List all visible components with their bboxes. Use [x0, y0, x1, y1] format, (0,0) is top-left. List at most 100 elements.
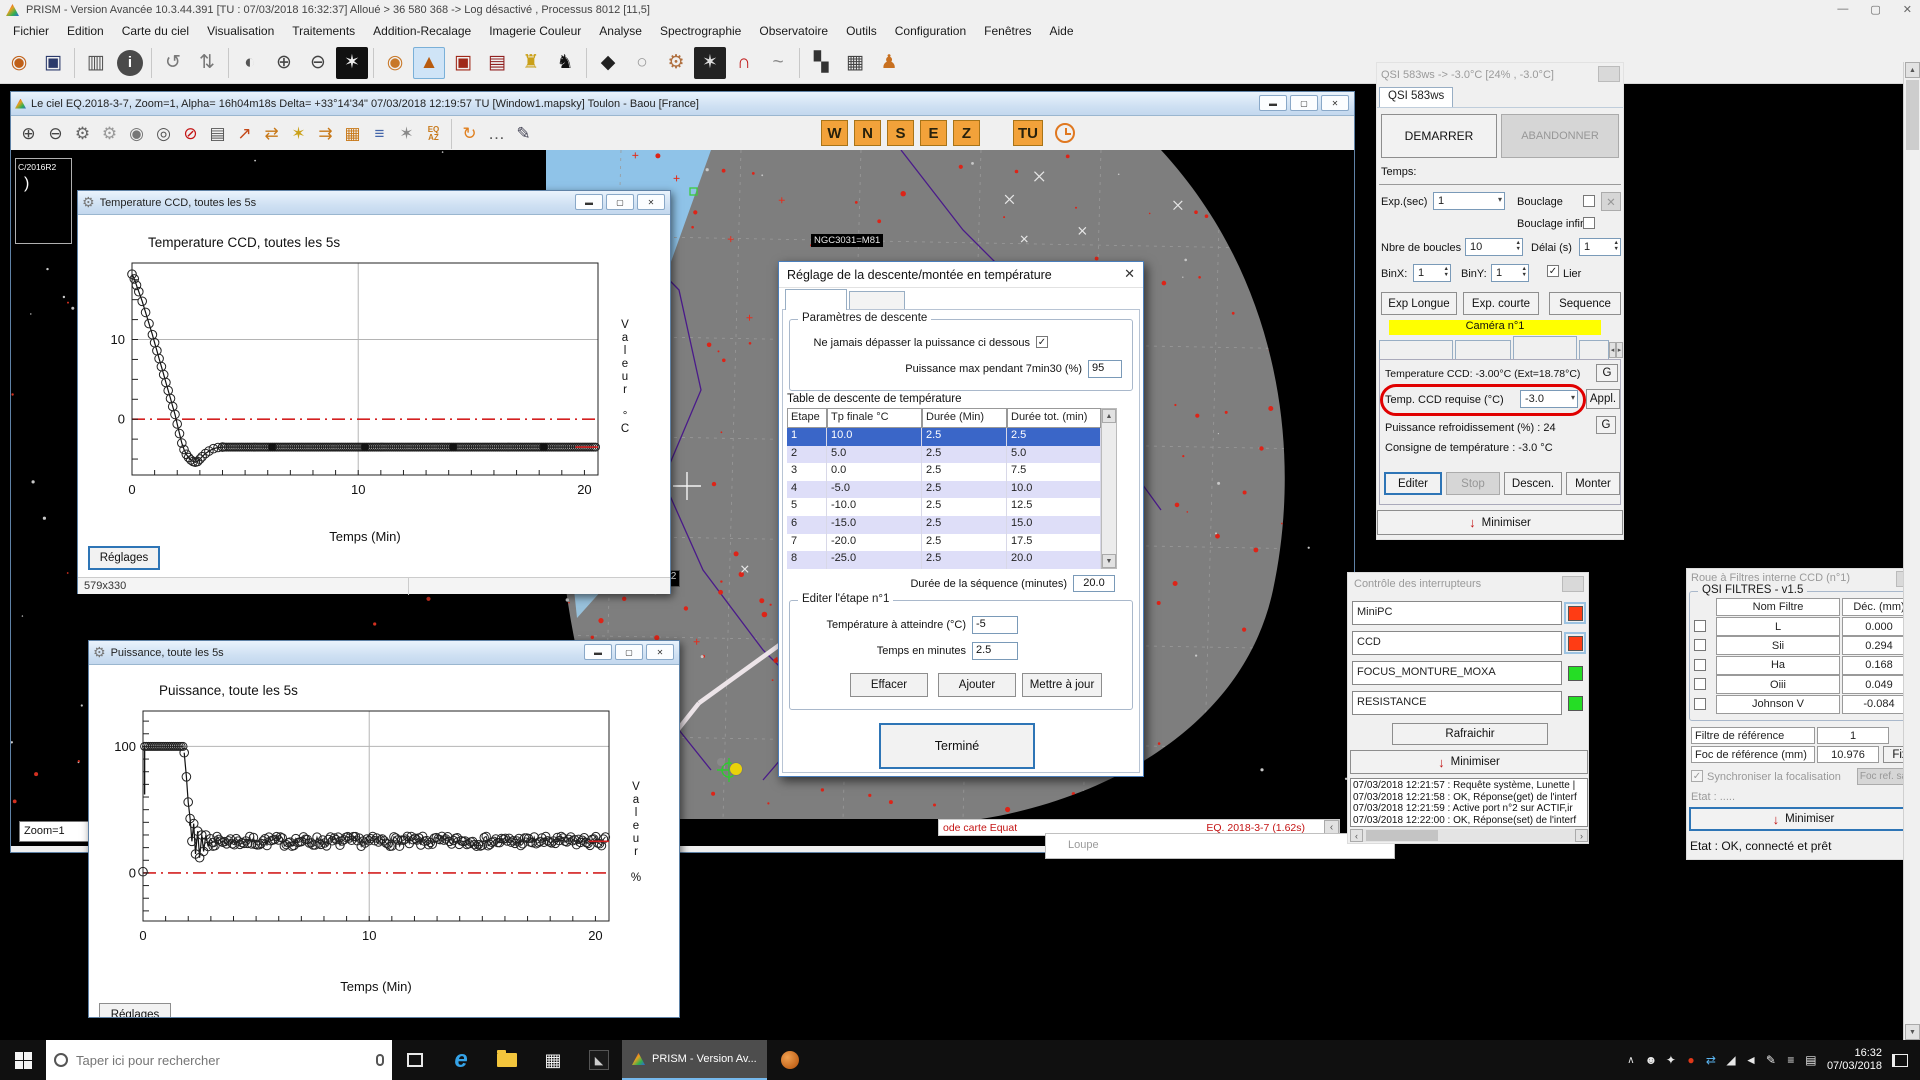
table-cell[interactable]: 0.0: [827, 463, 922, 481]
temp-target-field[interactable]: -5: [972, 616, 1018, 634]
contrast-icon[interactable]: ◐: [234, 47, 266, 79]
table-cell[interactable]: 15.0: [1007, 516, 1101, 534]
sky-zoom-in-icon[interactable]: ⊕: [15, 120, 42, 148]
action-center-icon[interactable]: [1892, 1054, 1908, 1067]
tab-temp-ccd[interactable]: [1513, 336, 1577, 359]
bouclage-checkbox[interactable]: [1583, 195, 1595, 207]
table-cell[interactable]: 6: [787, 516, 827, 534]
menu-analyse[interactable]: Analyse: [590, 21, 651, 41]
switch-log-hscrollbar[interactable]: ‹ ›: [1350, 829, 1588, 842]
menu-traitements[interactable]: Traitements: [283, 21, 364, 41]
filter-name[interactable]: Ha: [1716, 656, 1840, 675]
g-button-2[interactable]: G: [1596, 416, 1616, 434]
sky-window-titlebar[interactable]: Le ciel EQ.2018-3-7, Zoom=1, Alpha= 16h0…: [11, 92, 1354, 116]
egg-icon[interactable]: ○: [626, 47, 658, 79]
scroll-down-arrow[interactable]: ▼: [1905, 1024, 1920, 1040]
close-icon[interactable]: ✕: [1124, 266, 1135, 282]
switch-state-minipc[interactable]: [1564, 602, 1586, 624]
filter-name[interactable]: Sii: [1716, 636, 1840, 655]
editer-button[interactable]: Editer: [1384, 472, 1442, 495]
close-button[interactable]: ✕: [1321, 95, 1349, 111]
menu-outils[interactable]: Outils: [837, 21, 886, 41]
close-button[interactable]: ✕: [637, 194, 665, 210]
table-cell[interactable]: 7: [787, 534, 827, 552]
sky-gears-icon[interactable]: ⚙: [96, 120, 123, 148]
volume-icon[interactable]: ◄: [1741, 1053, 1761, 1067]
maximize-button[interactable]: ▢: [1290, 95, 1318, 111]
hidden-icons-chevron[interactable]: ∧: [1621, 1055, 1641, 1066]
table-cell[interactable]: 2: [787, 446, 827, 464]
table-cell[interactable]: 5.0: [1007, 446, 1101, 464]
open-image-icon[interactable]: ◉: [3, 47, 35, 79]
tab-roue[interactable]: [1579, 340, 1609, 359]
sky-refresh-icon[interactable]: ↻: [456, 120, 483, 148]
menu-spectrographie[interactable]: Spectrographie: [651, 21, 750, 41]
compass-z-button[interactable]: Z: [953, 120, 980, 146]
filter-name[interactable]: Oiii: [1716, 675, 1840, 694]
menu-imagerie-couleur[interactable]: Imagerie Couleur: [480, 21, 590, 41]
table-cell[interactable]: 2.5: [922, 551, 1007, 569]
camera2-icon[interactable]: ▤: [481, 47, 513, 79]
scroll-thumb[interactable]: [1366, 830, 1438, 841]
filter-checkbox-oiii[interactable]: [1694, 678, 1706, 690]
sky-zoom-out-icon[interactable]: ⊖: [42, 120, 69, 148]
table-cell[interactable]: 4: [787, 481, 827, 499]
abort-x-button[interactable]: ✕: [1601, 192, 1621, 211]
clock-icon[interactable]: [1055, 123, 1075, 143]
wrench-icon[interactable]: ⚙: [660, 47, 692, 79]
switch-state-focus-monture-moxa[interactable]: [1564, 662, 1586, 684]
bluetooth-icon[interactable]: ⇄: [1701, 1053, 1721, 1067]
compass-e-button[interactable]: E: [920, 120, 947, 146]
right-scrollbar[interactable]: ▲ ▼: [1903, 62, 1920, 1040]
minimize-button[interactable]: ▬: [1259, 95, 1287, 111]
red-status-icon[interactable]: ●: [1681, 1053, 1701, 1067]
sky-pen-icon[interactable]: ✎: [510, 120, 537, 148]
scroll-left-arrow[interactable]: ‹: [1350, 829, 1363, 842]
menu-observatoire[interactable]: Observatoire: [750, 21, 837, 41]
telescope-icon[interactable]: ▲: [413, 47, 445, 79]
start-button[interactable]: [0, 1040, 46, 1080]
menu-edition[interactable]: Edition: [58, 21, 113, 41]
people-icon[interactable]: ☻: [1641, 1053, 1661, 1067]
temp-requise-combo[interactable]: -3.0▾: [1520, 390, 1578, 408]
dialog-titlebar[interactable]: Réglage de la descente/montée en tempéra…: [779, 262, 1143, 288]
minimize-button[interactable]: ▬: [584, 644, 612, 660]
biny-spinner[interactable]: 1▲ ▼: [1491, 264, 1529, 282]
maximize-button[interactable]: ▢: [1870, 3, 1880, 16]
edge-icon[interactable]: e: [438, 1040, 484, 1080]
panel-minimize-box[interactable]: [1562, 576, 1584, 592]
redo-icon[interactable]: ⇅: [191, 47, 223, 79]
compass-n-button[interactable]: N: [854, 120, 881, 146]
scroll-up-arrow[interactable]: ▲: [1905, 62, 1920, 78]
never-exceed-checkbox[interactable]: ✓: [1036, 336, 1048, 348]
descent-table[interactable]: EtapeTp finale °CDurée (Min)Durée tot. (…: [787, 408, 1117, 570]
dome-robot-icon[interactable]: ♜: [515, 47, 547, 79]
curve-icon[interactable]: ~: [762, 47, 794, 79]
taskbar-active-task[interactable]: PRISM - Version Av...: [622, 1040, 767, 1080]
table-cell[interactable]: 2.5: [922, 463, 1007, 481]
tu-button[interactable]: TU: [1013, 120, 1043, 146]
effacer-button[interactable]: Effacer: [850, 673, 928, 697]
zoom-in-icon[interactable]: ⊕: [268, 47, 300, 79]
maximize-button[interactable]: ▢: [606, 194, 634, 210]
filter-checkbox-l[interactable]: [1694, 620, 1706, 632]
filter-checkbox-johnson-v[interactable]: [1694, 698, 1706, 710]
sky-burst-icon[interactable]: ✶: [285, 120, 312, 148]
taskbar-search[interactable]: [46, 1040, 392, 1080]
bird-icon[interactable]: ♞: [549, 47, 581, 79]
tab-montee[interactable]: [849, 291, 905, 310]
keyboard-icon[interactable]: ▤: [1801, 1053, 1821, 1067]
table-cell[interactable]: 5: [787, 498, 827, 516]
seq-duration-field[interactable]: 20.0: [1073, 575, 1115, 592]
table-cell[interactable]: 10.0: [827, 428, 922, 446]
sync-checkbox[interactable]: ✓: [1691, 770, 1703, 782]
switch-state-resistance[interactable]: [1564, 692, 1586, 714]
descen--button[interactable]: Descen.: [1504, 472, 1562, 495]
ref-foc-value[interactable]: 10.976: [1817, 746, 1879, 763]
search-input[interactable]: [76, 1053, 326, 1068]
filter-name[interactable]: L: [1716, 617, 1840, 636]
minimiser-button[interactable]: ↓ Minimiser: [1689, 807, 1918, 831]
menu-configuration[interactable]: Configuration: [886, 21, 975, 41]
sky-globe-icon[interactable]: ◉: [123, 120, 150, 148]
bouclage-infini-checkbox[interactable]: [1583, 217, 1595, 229]
